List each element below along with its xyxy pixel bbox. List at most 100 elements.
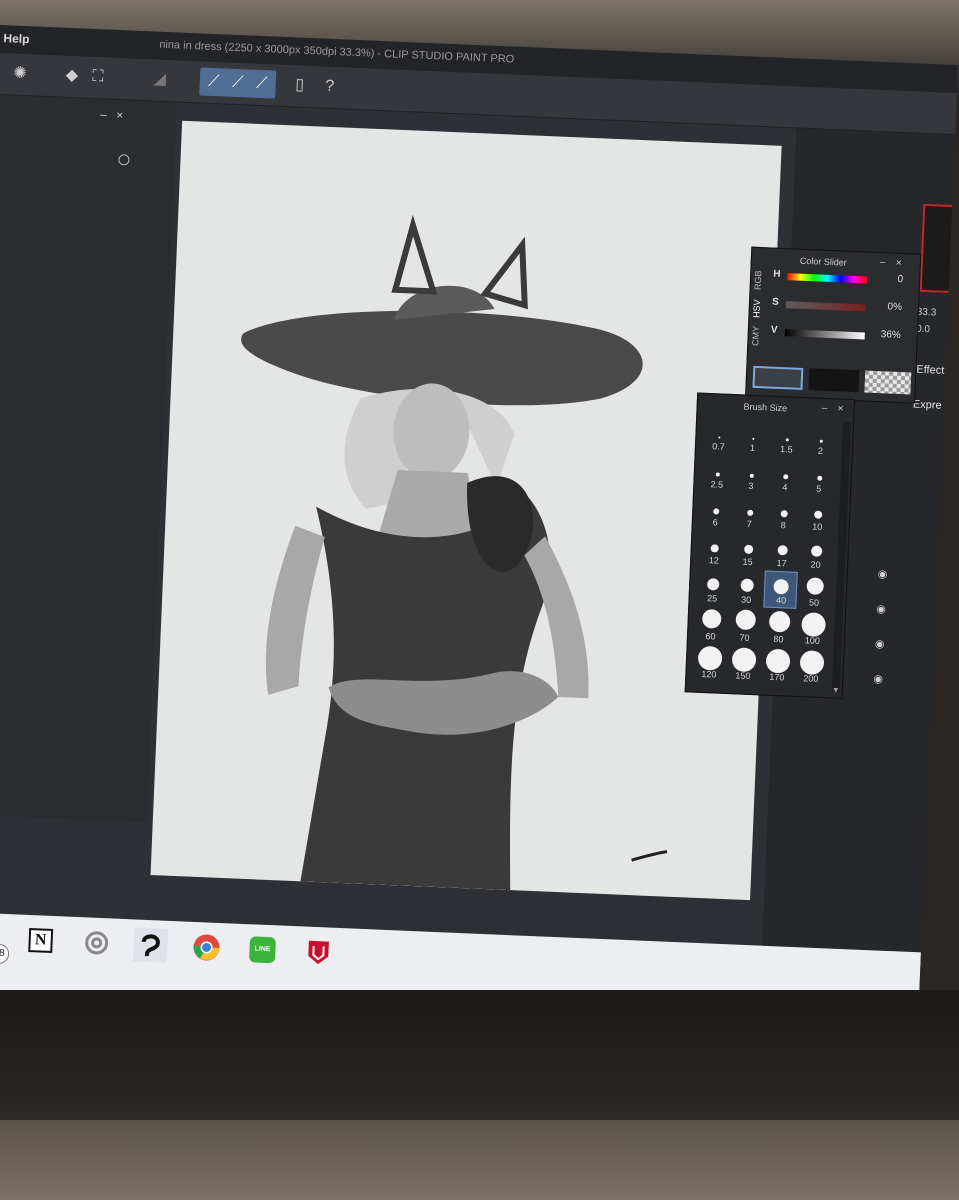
brush-size-option[interactable]: 8 [766,495,801,533]
stroke-mark [631,850,668,862]
brush-size-label: 7 [746,518,752,529]
brush-size-option[interactable]: 120 [692,644,727,682]
triangle-icon[interactable]: ◢ [147,67,172,92]
brush-size-option[interactable]: 6 [699,492,734,530]
sub-color-swatch[interactable] [808,368,860,393]
clip-studio-icon[interactable] [132,927,169,963]
brush-dot-icon [701,608,722,629]
brush-size-option[interactable]: 17 [765,533,800,571]
brush-size-option[interactable]: 200 [794,648,829,686]
chevron-down-icon[interactable]: ▼ [832,685,840,694]
brush-dot-icon [780,510,788,518]
value-value[interactable]: 36% [873,329,901,341]
brush-size-option[interactable]: 60 [694,606,729,644]
swirl-app-icon[interactable] [79,925,114,960]
brush-size-option[interactable]: 150 [726,645,761,683]
value-slider[interactable] [784,329,865,340]
brush-dot-icon [813,510,822,519]
brush-size-option[interactable]: 70 [728,607,763,645]
zoom-readout[interactable]: 33.3 [917,307,937,319]
chrome-icon[interactable] [189,930,224,965]
transform-icon[interactable]: ⛶ [85,65,110,90]
brush-size-option[interactable]: 25 [695,568,730,606]
brush-size-option[interactable]: 12 [697,530,732,568]
hue-label: H [773,268,781,280]
eye-icon[interactable]: ◉ [878,567,888,580]
smartphone-icon[interactable]: ▯ [287,73,312,98]
palette-title: Brush Size [743,401,788,414]
brush-size-option[interactable]: 10 [800,496,835,534]
eye-icon[interactable]: ◉ [876,602,886,615]
brush-size-option[interactable]: 80 [762,608,797,646]
eye-icon[interactable]: ◉ [873,672,883,685]
brush-dot-icon [805,577,824,595]
brush-size-option[interactable]: 170 [760,646,795,684]
color-slider-palette: Color Slider – × RGB HSV CMY H 0 S 0% V … [745,246,922,404]
brush-dot-icon [739,578,754,593]
brush-dot-icon [782,474,788,480]
brush-size-option[interactable]: 3 [734,455,769,493]
close-button[interactable]: × [896,258,902,269]
desk-surface [0,1120,959,1200]
right-ear [480,236,528,310]
fill-icon[interactable]: ◆ [59,64,84,89]
minimize-button[interactable]: – [821,403,827,414]
brush-dot-icon [697,645,723,671]
illustration [241,214,668,891]
palette-title: Color Slider [799,255,848,268]
brush-size-label: 2.5 [710,479,724,490]
brush-size-option[interactable]: 0.7 [702,416,737,454]
close-button[interactable]: × [837,403,843,414]
brush-size-option[interactable]: 15 [731,531,766,569]
brush-size-label: 4 [782,482,788,493]
brush-size-option[interactable]: 30 [729,569,764,607]
main-color-swatch[interactable] [752,365,804,390]
mail-icon[interactable]: 18 [0,920,10,965]
brush-size-option[interactable]: 40 [763,570,798,609]
help-icon[interactable]: ? [317,74,342,99]
mcafee-icon[interactable] [301,934,336,969]
brush-size-label: 17 [776,557,787,569]
eye-icon[interactable]: ◉ [875,637,885,650]
brush-size-option[interactable]: 100 [796,610,831,648]
hue-value[interactable]: 0 [875,273,903,285]
brush-size-label: 40 [775,595,787,606]
help-menu[interactable]: Help [3,31,30,46]
brush-size-option[interactable]: 4 [768,457,803,495]
brush-size-option[interactable]: 50 [797,572,832,610]
brush-size-option[interactable]: 2.5 [700,454,735,492]
brush-size-label: 10 [811,521,823,532]
saturation-slider[interactable] [785,301,867,312]
brush-size-option[interactable]: 1.5 [770,419,805,457]
left-arm [265,525,325,695]
minimize-button[interactable]: – [100,107,107,121]
line-icon[interactable]: LINE [245,932,280,967]
brush-dot-icon [768,610,791,633]
notion-icon[interactable]: N [23,923,58,958]
brush-dot-icon [816,475,822,481]
curve-line-icon[interactable]: ⟋ [225,71,250,96]
navigator-preview[interactable] [919,203,959,294]
minimize-button[interactable]: – [880,257,886,268]
tab-rgb[interactable]: RGB [753,262,768,291]
line-tool-group[interactable]: ⟋ ⟋ ⟋ [199,67,277,99]
brush-size-option[interactable]: 5 [802,458,837,496]
hue-slider[interactable] [787,273,868,284]
close-button[interactable]: × [116,108,124,122]
brush-size-option[interactable]: 1 [736,417,771,455]
brush-dot-icon [706,578,719,591]
straight-line-icon[interactable]: ⟋ [201,70,226,95]
tab-cmy[interactable]: CMY [750,318,765,347]
transparent-color-swatch[interactable] [864,370,912,395]
brush-size-option[interactable]: 7 [732,493,767,531]
brush-size-label: 200 [803,673,819,684]
brush-size-label: 100 [804,635,821,646]
tab-hsv[interactable]: HSV [751,290,766,319]
loading-spinner-icon[interactable]: ✺ [7,61,32,86]
drawing-canvas[interactable] [150,120,782,901]
brush-size-label: 60 [705,631,716,642]
saturation-value[interactable]: 0% [874,301,902,313]
polyline-icon[interactable]: ⟋ [249,72,274,97]
brush-size-option[interactable]: 2 [804,420,839,458]
brush-size-option[interactable]: 20 [799,534,834,572]
